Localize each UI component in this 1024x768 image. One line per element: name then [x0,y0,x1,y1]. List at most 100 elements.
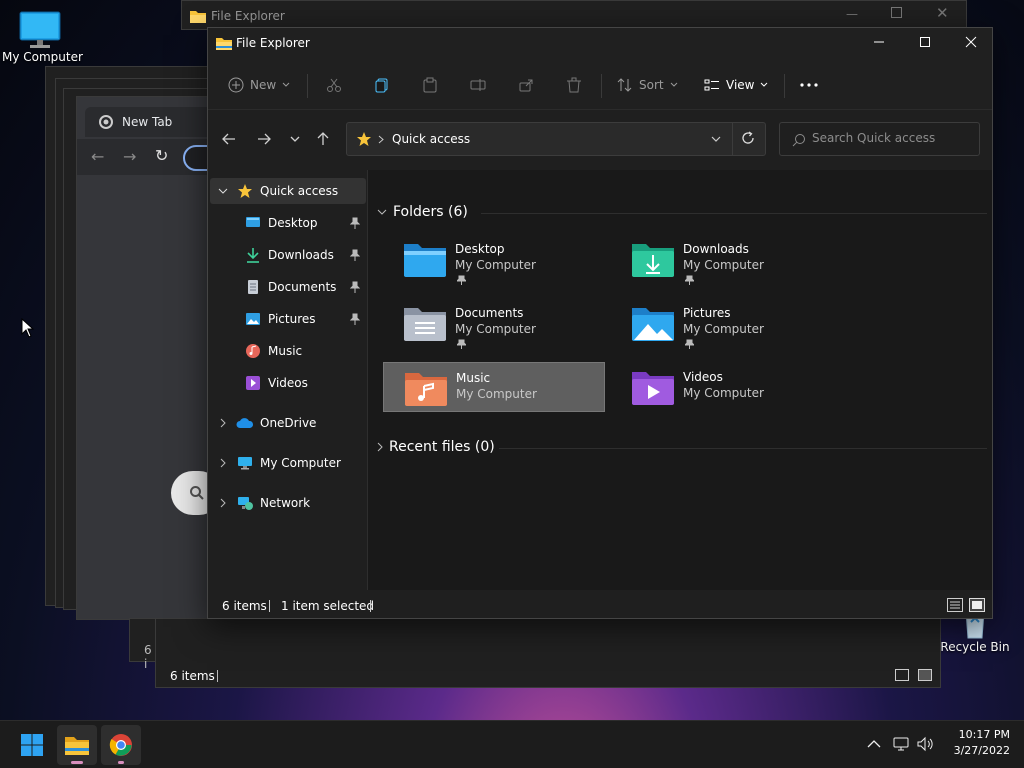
address-bar[interactable]: Quick access [346,122,766,156]
chevron-down-icon[interactable] [711,136,721,142]
background-explorer-window-top[interactable]: File Explorer — ✕ [181,0,967,30]
chevron-up-icon[interactable] [867,740,881,748]
sidebar-item-onedrive[interactable]: OneDrive [210,410,366,436]
toolbar-divider [601,74,602,98]
chevron-right-icon[interactable] [220,418,226,428]
refresh-icon[interactable] [741,131,755,145]
sidebar-item-my-computer[interactable]: My Computer [210,450,366,476]
sidebar-item-downloads[interactable]: Downloads [244,242,366,268]
documents-folder-icon [404,308,446,341]
sort-icon [617,78,632,92]
windows-logo-icon [21,734,43,756]
view-label: View [726,78,755,92]
clock[interactable]: 10:17 PM 3/27/2022 [940,727,1010,759]
new-button[interactable]: New [228,72,290,98]
sidebar-item-label: OneDrive [260,416,317,430]
folder-location: My Computer [683,258,764,272]
chevron-right-icon [377,442,383,452]
desktop-icon-label: My Computer [2,50,83,64]
cut-button[interactable] [326,72,342,98]
arrow-up-icon [317,132,329,145]
pin-icon[interactable] [350,281,360,293]
window-title: File Explorer [211,9,285,23]
chevron-down-icon[interactable] [218,188,228,194]
toolbar-divider [784,74,785,98]
taskbar-file-explorer-button[interactable] [57,725,97,765]
maximize-button[interactable] [902,28,948,56]
forward-arrow-icon[interactable]: → [123,147,136,166]
pin-icon[interactable] [350,249,360,261]
volume-icon[interactable] [917,736,935,752]
chevron-right-icon[interactable] [220,498,226,508]
details-view-icon[interactable] [895,669,909,681]
minimize-button[interactable] [856,28,902,56]
close-icon [965,36,977,48]
command-bar: New Sort View [208,60,992,110]
pin-icon[interactable] [350,313,360,325]
minimize-icon[interactable]: — [846,7,858,21]
more-options-button[interactable] [800,72,818,98]
folder-name: Pictures [683,306,731,320]
share-button[interactable] [518,72,534,98]
navigation-bar: Quick access [208,110,992,170]
scissors-icon [327,78,341,92]
share-icon [519,79,533,92]
folder-location: My Computer [456,387,537,401]
folder-tile-documents[interactable]: Documents My Computer [383,298,605,349]
folder-name: Desktop [455,242,505,256]
network-status-icon[interactable] [893,736,911,752]
sidebar-item-music[interactable]: Music [244,338,366,364]
search-input[interactable] [812,131,972,145]
start-button[interactable] [12,725,52,765]
sidebar-item-quick-access[interactable]: Quick access [210,178,366,204]
file-explorer-window[interactable]: File Explorer New Sort View Quick access… [207,27,993,619]
title-bar[interactable]: File Explorer [208,28,992,60]
recent-files-group-header[interactable]: Recent files (0) [377,439,495,455]
up-button[interactable] [312,128,334,150]
folder-tile-downloads[interactable]: Downloads My Computer [611,234,833,285]
folders-group-header[interactable]: Folders (6) [377,204,468,220]
chrome-window[interactable]: New Tab ← → ↻ [76,96,223,620]
sidebar-item-pictures[interactable]: Pictures [244,306,366,332]
sidebar-item-desktop[interactable]: Desktop [244,210,366,236]
folder-tile-music[interactable]: Music My Computer [383,362,605,412]
folder-tile-pictures[interactable]: Pictures My Computer [611,298,833,349]
pin-icon[interactable] [350,217,360,229]
chrome-toolbar: ← → ↻ [77,139,223,175]
folder-tile-desktop[interactable]: Desktop My Computer [383,234,605,285]
maximize-icon[interactable] [891,7,902,18]
tiles-view-button[interactable] [969,598,985,612]
reload-icon[interactable]: ↻ [155,146,168,165]
sidebar-item-network[interactable]: Network [210,490,366,516]
forward-button[interactable] [253,128,275,150]
recent-locations-button[interactable] [284,128,306,150]
delete-button[interactable] [566,72,582,98]
search-box[interactable] [779,122,980,156]
window-title: File Explorer [236,36,310,50]
chrome-tab[interactable]: New Tab [85,107,215,137]
close-button[interactable] [948,28,992,56]
taskbar-chrome-button[interactable] [101,725,141,765]
desktop-icon-my-computer[interactable]: My Computer [2,10,83,64]
address-path: Quick access [392,132,471,146]
folder-tile-videos[interactable]: Videos My Computer [611,362,833,412]
chevron-right-icon[interactable] [220,458,226,468]
sidebar-item-label: Pictures [268,312,316,326]
folder-location: My Computer [683,386,764,400]
chrome-tab-title: New Tab [122,115,173,129]
back-arrow-icon[interactable]: ← [91,147,104,166]
rename-button[interactable] [470,72,486,98]
copy-button[interactable] [374,72,390,98]
status-items: 6 items [170,669,215,683]
sort-button[interactable]: Sort [617,72,678,98]
paste-button[interactable] [422,72,438,98]
details-view-button[interactable] [947,598,963,612]
status-selected: 1 item selected [281,599,375,613]
sidebar-item-documents[interactable]: Documents [244,274,366,300]
tiles-view-icon[interactable] [918,669,932,681]
close-icon[interactable]: ✕ [936,4,949,22]
view-button[interactable]: View [704,72,768,98]
background-explorer-window-bottom[interactable]: 6 items [155,618,941,688]
sidebar-item-videos[interactable]: Videos [244,370,366,396]
back-button[interactable] [218,128,240,150]
